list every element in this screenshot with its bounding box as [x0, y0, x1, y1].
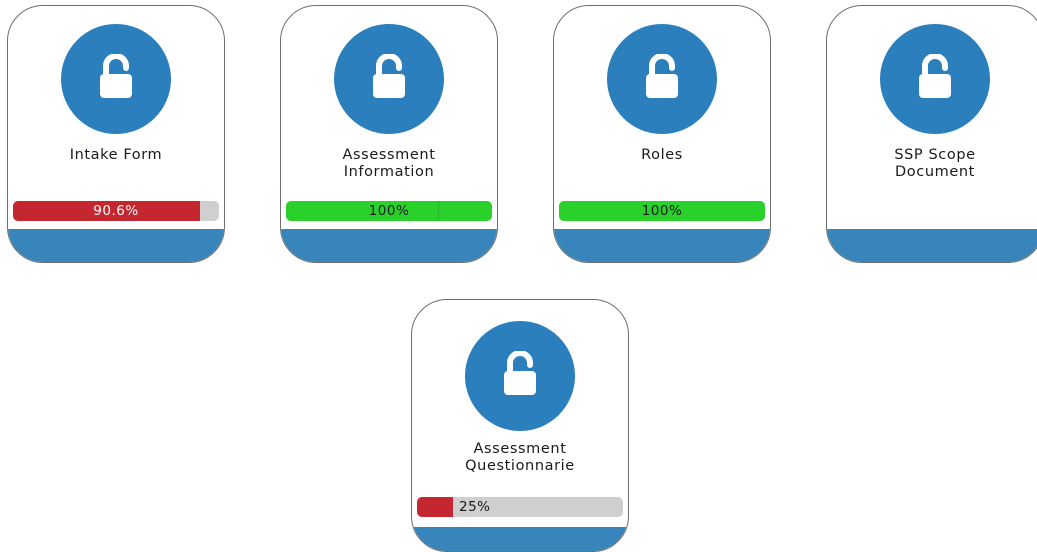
progress-label: 90.6% [93, 203, 139, 219]
lock-badge [880, 24, 990, 134]
unlocked-padlock-icon [646, 54, 678, 98]
progress-label: 100% [641, 203, 683, 219]
progress-label: 100% [368, 203, 410, 219]
lock-badge [334, 24, 444, 134]
module-card-intake-form[interactable]: Intake Form 90.6% [7, 5, 225, 263]
progress-bar: 25% [417, 497, 623, 517]
progress-label: 25% [459, 499, 491, 515]
card-title: Assessment Information [281, 147, 497, 181]
unlocked-padlock-icon [373, 54, 405, 98]
module-card-roles[interactable]: Roles 100% [553, 5, 771, 263]
card-title-line: Roles [641, 147, 683, 163]
module-card-ssp-scope-document[interactable]: SSP Scope Document [826, 5, 1037, 263]
card-title: Roles [554, 147, 770, 164]
card-title-line: Assessment [342, 147, 436, 163]
card-title: SSP Scope Document [827, 147, 1037, 181]
card-title-line: Assessment [473, 441, 567, 457]
card-title-line: Questionnarie [465, 458, 575, 474]
unlocked-padlock-icon [100, 54, 132, 98]
progress-bar: 100% [286, 201, 492, 221]
lock-badge [465, 321, 575, 431]
card-title: Assessment Questionnarie [412, 441, 628, 475]
card-footer [554, 229, 770, 262]
module-card-assessment-information[interactable]: Assessment Information 100% [280, 5, 498, 263]
lock-badge [607, 24, 717, 134]
card-title-line: Intake Form [69, 147, 163, 163]
progress-bar: 100% [559, 201, 765, 221]
unlocked-padlock-icon [504, 351, 536, 395]
card-title-line: Information [343, 164, 435, 180]
lock-badge [61, 24, 171, 134]
progress-bar: 90.6% [13, 201, 219, 221]
card-footer [827, 229, 1037, 262]
card-footer [412, 527, 628, 551]
card-title: Intake Form [8, 147, 224, 164]
unlocked-padlock-icon [919, 54, 951, 98]
card-title-line: SSP Scope [894, 147, 976, 163]
card-footer [8, 229, 224, 262]
module-grid: Intake Form 90.6% Assessment Information… [0, 0, 1037, 552]
card-footer [281, 229, 497, 262]
card-title-line: Document [895, 164, 975, 180]
module-card-assessment-questionnaire[interactable]: Assessment Questionnarie 25% [411, 299, 629, 552]
